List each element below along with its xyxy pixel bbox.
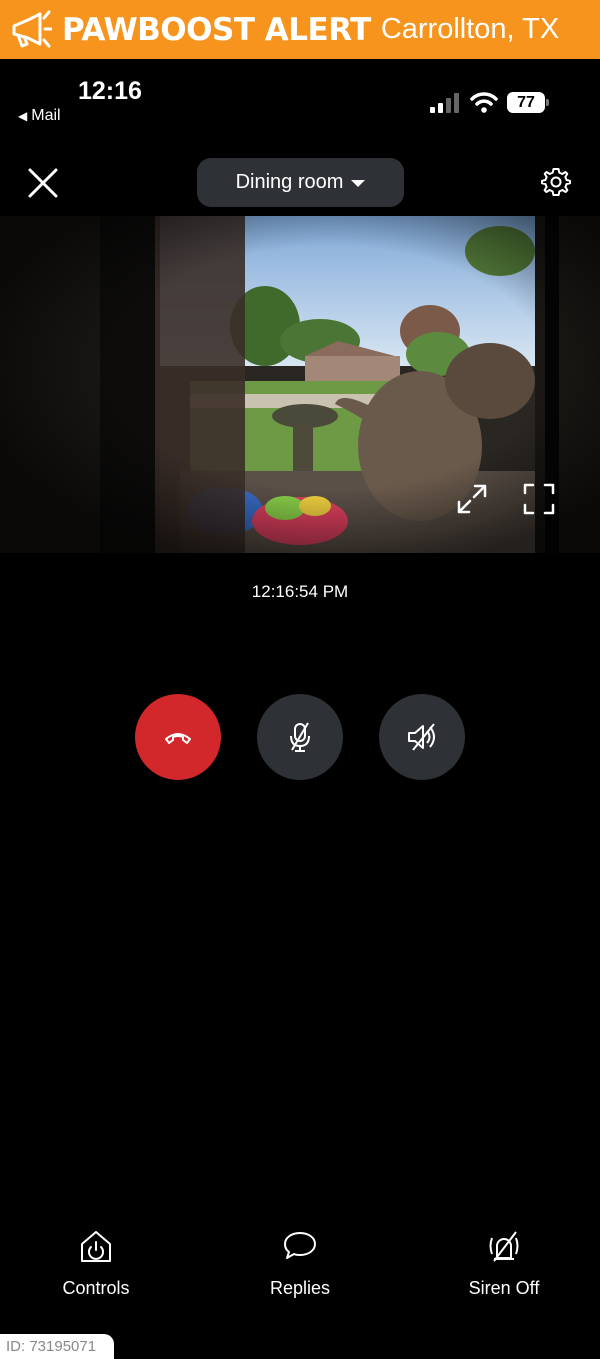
camera-feed[interactable] [0,216,600,553]
speaker-off-icon [408,723,435,751]
close-icon[interactable] [26,166,60,200]
mute-mic-button[interactable] [257,694,343,780]
mic-off-icon [290,722,310,752]
app-top-bar: Dining room [0,140,600,216]
siren-label: Siren Off [468,1278,540,1298]
replies-button[interactable]: Replies [230,1228,370,1299]
mute-speaker-button[interactable] [379,694,465,780]
status-time: 12:16 [78,77,142,105]
back-arrow-icon: ◀ [18,109,28,123]
back-label: Mail [31,107,61,124]
controls-label: Controls [62,1278,130,1298]
siren-button[interactable]: Siren Off [434,1228,574,1299]
battery-indicator: 77 [507,92,549,113]
home-power-icon [81,1231,111,1262]
hang-up-button[interactable] [135,694,221,780]
gear-icon[interactable] [540,166,572,198]
siren-off-icon [489,1231,519,1262]
banner-brand: PAWBOOST ALERT [62,11,371,48]
status-bar: 12:16 ◀ Mail 77 [0,59,600,139]
cellular-signal-icon [430,93,459,113]
room-name: Dining room [235,171,344,193]
replies-label: Replies [269,1278,331,1298]
doorbell-camera-image [0,216,600,553]
back-to-mail[interactable]: ◀ Mail [18,107,61,125]
pawboost-banner: PAWBOOST ALERT Carrollton, TX [0,0,600,59]
banner-location: Carrollton, TX [380,13,560,45]
controls-button[interactable]: Controls [26,1228,166,1299]
image-id-tag: ID: 73195071 [0,1334,114,1359]
wifi-icon [470,92,498,113]
phone-hangup-icon [165,733,191,744]
room-selector[interactable]: Dining room [197,158,404,207]
speech-bubble-icon [284,1232,316,1259]
expand-icon[interactable] [455,482,489,516]
chevron-down-icon [351,180,366,187]
megaphone-icon [12,10,52,47]
battery-level: 77 [507,92,545,113]
fullscreen-icon[interactable] [522,482,556,516]
feed-timestamp: 12:16:54 PM [251,582,349,601]
